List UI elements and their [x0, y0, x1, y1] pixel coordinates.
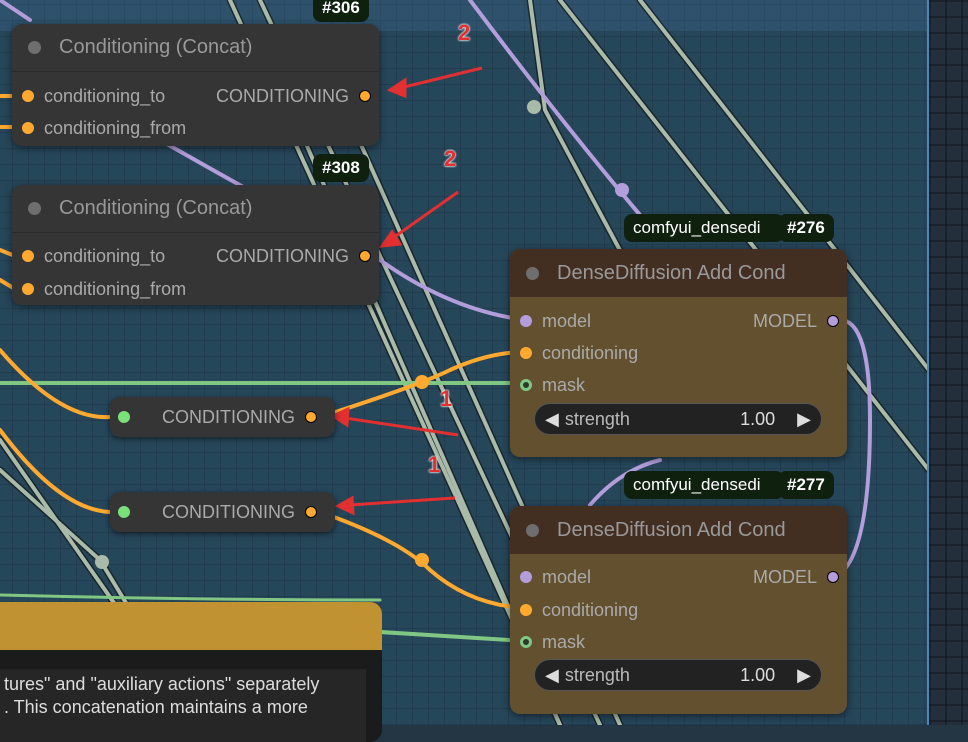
output-slot-icon[interactable]: [827, 315, 839, 327]
increment-arrow-icon[interactable]: ▶: [797, 665, 811, 686]
annotation-label: 1: [428, 452, 441, 477]
canvas-edge-panel: [927, 0, 968, 725]
note-textarea[interactable]: tures" and "auxiliary actions" separatel…: [0, 669, 366, 742]
collapse-dot-icon[interactable]: [526, 266, 539, 280]
collapse-dot-icon[interactable]: [28, 41, 41, 54]
input-label: model: [542, 310, 592, 331]
note-node[interactable]: tures" and "auxiliary actions" separatel…: [0, 602, 382, 742]
output-slot-icon[interactable]: [305, 411, 317, 423]
node-id-badge: #308: [313, 154, 369, 182]
densediffusion-add-cond-node[interactable]: DenseDiffusion Add Cond model conditioni…: [510, 249, 847, 457]
input-label: conditioning_from: [44, 278, 187, 299]
output-label: MODEL: [752, 310, 817, 331]
input-label: conditioning_to: [44, 245, 166, 266]
reroute-node[interactable]: CONDITIONING: [110, 492, 335, 532]
input-label: conditioning_from: [44, 117, 187, 138]
input-slot-icon[interactable]: [520, 379, 532, 391]
input-slot-icon[interactable]: [22, 250, 34, 262]
reroute-label: CONDITIONING: [162, 501, 295, 522]
input-slot-icon[interactable]: [520, 315, 532, 327]
reroute-node[interactable]: CONDITIONING: [110, 397, 335, 437]
conditioning-concat-node[interactable]: Conditioning (Concat) conditioning_to co…: [12, 24, 379, 146]
input-slot-icon[interactable]: [118, 411, 130, 423]
widget-label: strength: [564, 408, 630, 429]
input-label: conditioning: [542, 599, 639, 620]
node-id-badge: #277: [778, 471, 834, 499]
conditioning-concat-node[interactable]: Conditioning (Concat) conditioning_to co…: [12, 185, 379, 305]
node-pack-badge: comfyui_densedi: [624, 214, 784, 242]
note-line: tures" and "auxiliary actions" separatel…: [4, 674, 320, 694]
node-pack-badge: comfyui_densedi: [624, 471, 784, 499]
strength-widget[interactable]: ◀ strength 1.00 ▶: [534, 659, 822, 691]
widget-label: strength: [564, 664, 630, 685]
input-slot-icon[interactable]: [520, 604, 532, 616]
output-slot-icon[interactable]: [305, 506, 317, 518]
strength-widget[interactable]: ◀ strength 1.00 ▶: [534, 403, 822, 435]
output-label: MODEL: [752, 566, 817, 587]
input-slot-icon[interactable]: [520, 571, 532, 583]
input-slot-icon[interactable]: [520, 636, 532, 648]
widget-value: 1.00: [740, 664, 776, 685]
input-label: model: [542, 566, 592, 587]
annotation-label: 2: [444, 146, 457, 171]
input-label: mask: [542, 374, 586, 395]
input-label: mask: [542, 631, 586, 652]
node-title: DenseDiffusion Add Cond: [557, 518, 786, 541]
output-slot-icon[interactable]: [359, 250, 371, 262]
decrement-arrow-icon[interactable]: ◀: [545, 665, 559, 686]
node-title: Conditioning (Concat): [59, 197, 253, 219]
densediffusion-add-cond-node[interactable]: DenseDiffusion Add Cond model conditioni…: [510, 506, 847, 714]
input-slot-icon[interactable]: [118, 506, 130, 518]
node-id-badge: #306: [313, 0, 369, 22]
node-title: Conditioning (Concat): [59, 36, 253, 58]
reroute-label: CONDITIONING: [162, 406, 295, 427]
collapse-dot-icon[interactable]: [526, 523, 539, 537]
decrement-arrow-icon[interactable]: ◀: [545, 409, 559, 430]
annotation-label: 2: [458, 20, 471, 45]
node-id-badge: #276: [778, 214, 834, 242]
node-title: DenseDiffusion Add Cond: [557, 261, 786, 284]
output-label: CONDITIONING: [216, 245, 349, 266]
output-slot-icon[interactable]: [359, 90, 371, 102]
output-label: CONDITIONING: [216, 85, 349, 106]
input-label: conditioning: [542, 342, 639, 363]
annotation-label: 1: [440, 386, 453, 411]
input-slot-icon[interactable]: [520, 347, 532, 359]
increment-arrow-icon[interactable]: ▶: [797, 409, 811, 430]
input-slot-icon[interactable]: [22, 122, 34, 134]
note-line: . This concatenation maintains a more: [4, 697, 308, 717]
widget-value: 1.00: [740, 408, 776, 429]
input-slot-icon[interactable]: [22, 283, 34, 295]
input-slot-icon[interactable]: [22, 90, 34, 102]
input-label: conditioning_to: [44, 85, 166, 106]
output-slot-icon[interactable]: [827, 571, 839, 583]
collapse-dot-icon[interactable]: [28, 202, 41, 215]
note-header[interactable]: [0, 602, 382, 650]
